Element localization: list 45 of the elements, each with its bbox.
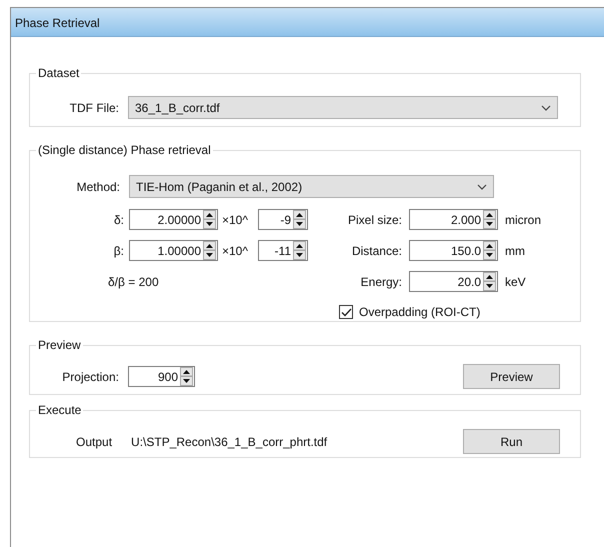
spin-arrows-icon[interactable] xyxy=(483,241,496,260)
group-title: Preview xyxy=(36,338,83,352)
field-label: β: xyxy=(112,242,124,260)
group-title: Dataset xyxy=(36,66,82,80)
group-title: (Single distance) Phase retrieval xyxy=(36,143,213,157)
run-button[interactable]: Run xyxy=(463,429,560,454)
output-label: Output xyxy=(76,434,112,450)
value-spinbox[interactable]: 20.0 xyxy=(409,271,498,292)
unit-label: mm xyxy=(505,242,525,260)
spin-arrows-icon[interactable] xyxy=(203,210,216,229)
method-dropdown[interactable]: TIE-Hom (Paganin et al., 2002) xyxy=(129,175,494,198)
spin-arrows-icon[interactable] xyxy=(483,210,496,229)
spin-arrows-icon[interactable] xyxy=(180,367,193,386)
multiplier-label: ×10^ xyxy=(222,242,249,260)
window-title: Phase Retrieval xyxy=(11,8,604,37)
exponent-spinbox[interactable]: -11 xyxy=(258,240,308,261)
group-title: Execute xyxy=(36,403,84,417)
checkbox-label: Overpadding (ROI-CT) xyxy=(359,304,480,321)
unit-label: micron xyxy=(505,212,542,228)
field-label: Projection: xyxy=(61,368,119,386)
chevron-down-icon xyxy=(541,104,551,110)
unit-label: keV xyxy=(505,274,526,290)
field-label: Pixel size: xyxy=(346,212,402,228)
output-path: U:\STP_Recon\36_1_B_corr_phrt.tdf xyxy=(131,434,328,450)
field-label: δ: xyxy=(112,212,124,228)
spin-arrows-icon[interactable] xyxy=(203,241,216,260)
field-label: Energy: xyxy=(360,274,402,290)
field-label: Distance: xyxy=(350,242,402,260)
value-spinbox[interactable]: 2.000 xyxy=(409,209,498,230)
spin-arrows-icon[interactable] xyxy=(293,241,306,260)
mantissa-spinbox[interactable]: 2.00000 xyxy=(129,209,218,230)
multiplier-label: ×10^ xyxy=(222,212,249,228)
ratio-label: δ/β = 200 xyxy=(108,274,159,290)
field-label: TDF File: xyxy=(68,100,119,116)
exponent-spinbox[interactable]: -9 xyxy=(258,209,308,230)
preview-button[interactable]: Preview xyxy=(463,364,560,389)
spin-arrows-icon[interactable] xyxy=(293,210,306,229)
field-label: Method: xyxy=(76,178,120,196)
chevron-down-icon xyxy=(477,184,487,190)
mantissa-spinbox[interactable]: 1.00000 xyxy=(129,240,218,261)
spin-arrows-icon[interactable] xyxy=(483,272,496,291)
projection-spinbox[interactable]: 900 xyxy=(128,366,195,387)
value-spinbox[interactable]: 150.0 xyxy=(409,240,498,261)
overpadding-checkbox[interactable] xyxy=(339,305,353,319)
file-dropdown[interactable]: 36_1_B_corr.tdf xyxy=(128,96,558,119)
